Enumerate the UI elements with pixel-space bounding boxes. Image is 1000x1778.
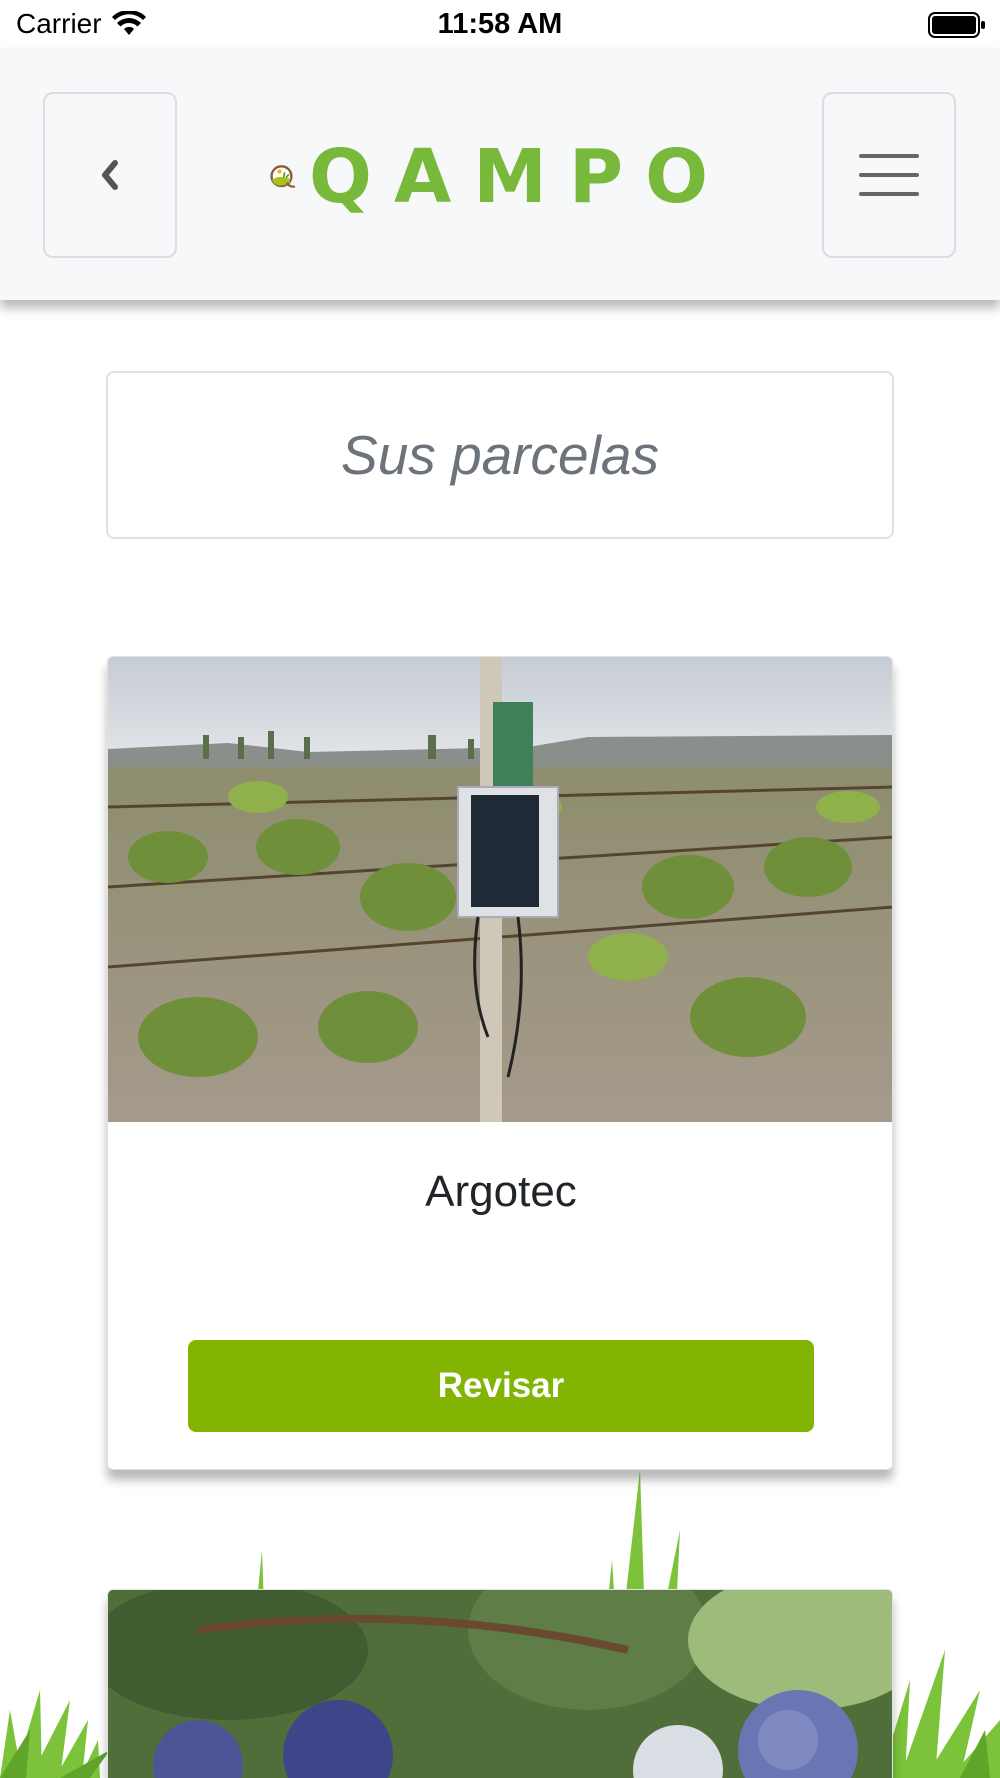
qampo-logo: QAMPO (270, 130, 730, 224)
logo-text: QAMPO (309, 134, 730, 220)
app-header: QAMPO (0, 48, 1000, 300)
parcel-image (108, 1590, 892, 1778)
parcel-card (107, 1589, 893, 1778)
page-title: Sus parcelas (341, 424, 659, 486)
logo-emblem-icon (270, 165, 296, 188)
parcel-name: Argotec (425, 1167, 577, 1216)
status-time: 11:58 AM (437, 8, 563, 40)
chevron-left-icon (102, 160, 118, 190)
status-bar: Carrier 11:58 AM (0, 0, 1000, 48)
app-screen: Carrier 11:58 AM QAMPO Sus parcelas Argo… (0, 0, 1000, 1778)
back-button[interactable] (43, 92, 177, 258)
menu-button[interactable] (822, 92, 956, 258)
hamburger-menu-icon (859, 154, 919, 196)
page-title-box: Sus parcelas (106, 371, 894, 539)
parcel-card: Argotec Revisar (107, 656, 893, 1470)
battery-icon (928, 12, 985, 38)
parcel-image (108, 657, 892, 1122)
review-button[interactable]: Revisar (188, 1340, 814, 1432)
